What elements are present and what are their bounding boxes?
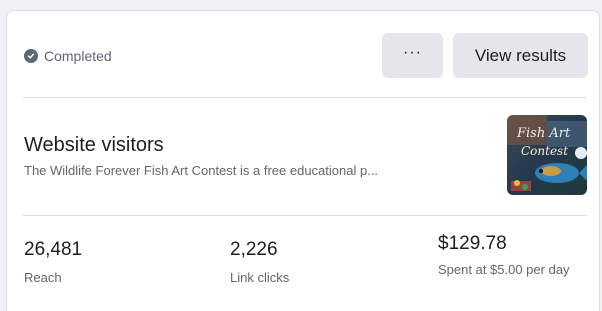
reach-label: Reach xyxy=(24,270,62,285)
spent-label: Spent at $5.00 per day xyxy=(438,262,570,277)
metrics-divider xyxy=(23,215,587,216)
card-header: Completed ··· View results xyxy=(7,11,599,99)
more-options-icon: ··· xyxy=(403,43,422,61)
campaign-card: Completed ··· View results Website visit… xyxy=(6,10,600,311)
svg-text:Fish Art: Fish Art xyxy=(516,126,571,141)
reach-value: 26,481 xyxy=(24,239,83,260)
spent-value: $129.78 xyxy=(438,233,507,254)
ad-description: The Wildlife Forever Fish Art Contest is… xyxy=(24,163,379,178)
check-circle-icon xyxy=(24,49,38,63)
spent-metric: $129.78 Spent at $5.00 per day xyxy=(438,233,588,279)
header-divider xyxy=(23,97,587,98)
view-results-button[interactable]: View results xyxy=(453,33,588,78)
ad-thumbnail-image[interactable]: Fish Art Contest xyxy=(507,115,587,195)
status-label: Completed xyxy=(44,48,112,64)
link-clicks-value: 2,226 xyxy=(230,239,278,260)
link-clicks-label: Link clicks xyxy=(230,270,290,285)
svg-text:Contest: Contest xyxy=(521,144,568,158)
ad-title[interactable]: Website visitors xyxy=(24,134,164,157)
more-options-button[interactable]: ··· xyxy=(382,33,443,78)
reach-metric: 26,481 Reach xyxy=(24,239,204,287)
status-indicator: Completed xyxy=(24,48,112,64)
link-clicks-metric: 2,226 Link clicks xyxy=(230,239,410,287)
